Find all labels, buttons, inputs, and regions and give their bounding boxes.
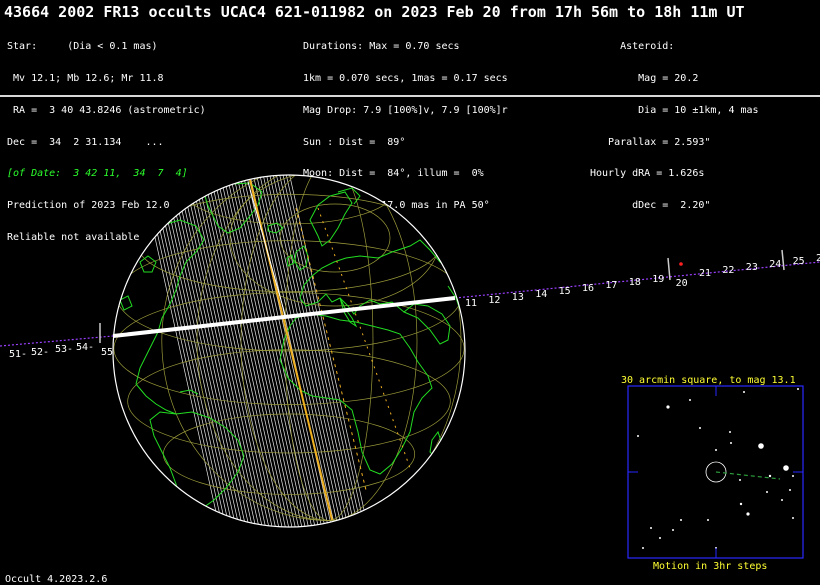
star bbox=[739, 502, 743, 506]
star bbox=[758, 443, 764, 449]
star bbox=[680, 519, 682, 521]
star bbox=[707, 519, 709, 521]
star bbox=[699, 427, 701, 429]
star bbox=[659, 537, 661, 539]
star bbox=[730, 442, 732, 444]
map-canvas: 51- 52- 53- 54- 55 11 12 13 14 15 16 17 18 19 20 21 22 23… bbox=[0, 174, 820, 572]
hour-label: 16 bbox=[582, 283, 594, 294]
star bbox=[672, 529, 674, 531]
software-version: Occult 4.2023.2.6 bbox=[5, 574, 108, 585]
hour-label: 54- bbox=[76, 342, 94, 353]
star bbox=[739, 479, 741, 481]
hour-label: 17 bbox=[605, 280, 617, 291]
star bbox=[729, 431, 731, 433]
hour-label: 20 bbox=[676, 278, 688, 289]
star bbox=[797, 388, 799, 390]
inset-caption: Motion in 3hr steps bbox=[653, 561, 767, 572]
track-tick bbox=[667, 257, 671, 281]
star bbox=[768, 474, 772, 478]
track-tick bbox=[781, 249, 785, 271]
inset-star-chart: 30 arcmin square, to mag 13.1 Motion in … bbox=[621, 375, 804, 572]
star bbox=[743, 391, 745, 393]
star bbox=[766, 491, 768, 493]
hour-label: 53- bbox=[55, 344, 73, 355]
star bbox=[666, 405, 670, 409]
hour-label: 18 bbox=[629, 277, 641, 288]
hour-label: 21 bbox=[699, 268, 711, 279]
star bbox=[789, 489, 791, 491]
star bbox=[637, 435, 639, 437]
star bbox=[781, 499, 783, 501]
star bbox=[792, 475, 794, 477]
hour-label: 14 bbox=[535, 289, 547, 300]
hour-label: 15 bbox=[559, 286, 571, 297]
hour-label: 55 bbox=[101, 347, 113, 358]
hour-label: 51- bbox=[9, 349, 27, 360]
star bbox=[642, 547, 644, 549]
hour-label: 23 bbox=[746, 262, 758, 273]
asteroid-position-marker bbox=[679, 262, 683, 266]
star bbox=[746, 512, 750, 516]
star bbox=[689, 399, 691, 401]
star bbox=[650, 527, 652, 529]
star bbox=[715, 449, 717, 451]
star bbox=[783, 465, 789, 471]
hour-label: 24 bbox=[769, 259, 781, 270]
inset-title: 30 arcmin square, to mag 13.1 bbox=[621, 375, 796, 386]
earth-globe bbox=[112, 174, 466, 528]
hour-label: 12 bbox=[488, 295, 500, 306]
hour-label: 11 bbox=[465, 298, 477, 309]
hour-label: 25 bbox=[793, 256, 805, 267]
hour-label: 26 bbox=[816, 253, 820, 264]
hour-label: 13 bbox=[512, 292, 524, 303]
hour-label: 52- bbox=[31, 347, 49, 358]
star bbox=[792, 517, 794, 519]
hour-label: 19 bbox=[652, 274, 664, 285]
occultation-map: 43664 2002 FR13 occults UCAC4 621-011982… bbox=[0, 0, 820, 585]
hour-label: 22 bbox=[722, 265, 734, 276]
